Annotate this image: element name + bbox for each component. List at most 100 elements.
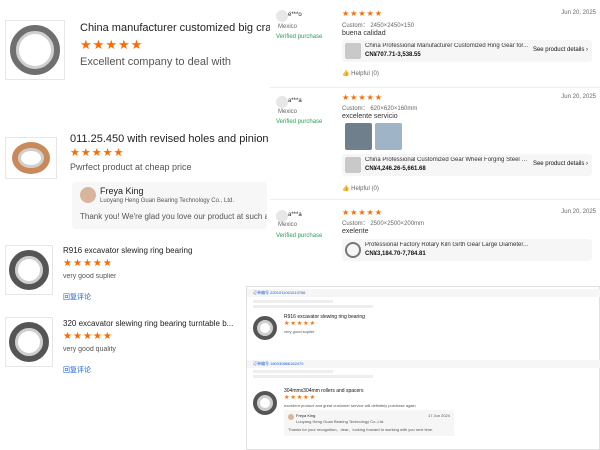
slewing-ring-image xyxy=(10,25,60,75)
order-item-title[interactable]: 304mmx304mm rollers and spacers xyxy=(284,388,363,394)
chevron-right-icon: › xyxy=(586,47,588,53)
review-stars: ★★★★★ xyxy=(342,9,383,18)
reviewer-country: Mexico xyxy=(278,24,298,30)
order-meta xyxy=(253,370,333,373)
customer-reviews-panel: é***o Mexico Verified purchase ★★★★★ Jun… xyxy=(270,0,600,270)
item-title-3[interactable]: R916 excavator slewing ring bearing xyxy=(63,246,263,255)
order-review-screenshot: 订单编号 2201011001013766 R916 excavator sle… xyxy=(246,286,600,450)
order-header-bar: 订单编号 180030866162470 xyxy=(247,360,600,368)
rating-stars-3: ★★★★★ xyxy=(63,258,113,269)
flag-icon xyxy=(276,10,288,22)
reply-review-link-3[interactable]: 回复评论 xyxy=(63,292,91,302)
flag-icon xyxy=(276,96,288,108)
slewing-ring-image xyxy=(253,391,277,415)
slewing-ring-image xyxy=(9,250,49,290)
item-title-1[interactable]: China manufacturer customized big crane … xyxy=(80,22,270,34)
order-item-comment: excellent product and great customer ser… xyxy=(284,403,416,408)
review-photo-2[interactable] xyxy=(375,123,402,150)
helpful-icon: 👍 xyxy=(342,186,350,192)
product-thumbnail-3[interactable] xyxy=(5,245,53,295)
order-meta xyxy=(253,305,373,308)
review-collage: China manufacturer customized big crane … xyxy=(0,0,600,450)
product-thumbnail-4[interactable] xyxy=(5,317,53,367)
review-text: buena calidad xyxy=(342,30,386,37)
product-image xyxy=(345,157,361,173)
reply-company: Luoyang Heng Guan Bearing Technology Co.… xyxy=(296,419,385,424)
product-card[interactable]: Professional Factory Rotary Kiln Girth G… xyxy=(342,239,592,261)
reviewer-country: Mexico xyxy=(278,109,298,115)
reply-text: Thanks for your recognition、dear、looking… xyxy=(288,427,434,432)
product-image xyxy=(345,242,361,258)
product-name: China Professional Customized Gear Wheel… xyxy=(365,157,530,163)
review-text: excelente servicio xyxy=(342,113,398,120)
verified-badge: Verified purchase xyxy=(276,119,323,125)
helpful-button[interactable]: 👍 Helpful (0) xyxy=(342,70,379,77)
item-title-2[interactable]: 011.25.450 with revised holes and pinion xyxy=(70,133,270,145)
avatar xyxy=(80,187,96,203)
reply-date: 17 Jun 2024 xyxy=(427,413,450,418)
order-item-comment: very good suplier xyxy=(284,329,315,334)
custom-spec: Custom： 620×620×160mm xyxy=(342,106,418,112)
review-card-3: a***a Mexico Verified purchase ★★★★★ Jun… xyxy=(270,200,600,270)
review-date: Jun 20, 2025 xyxy=(561,94,596,100)
reviewer-country: Mexico xyxy=(278,222,298,228)
reply-name: Freya King xyxy=(296,413,316,418)
custom-spec: Custom： 2500×2500×200mm xyxy=(342,221,425,227)
review-card-1: é***o Mexico Verified purchase ★★★★★ Jun… xyxy=(270,0,600,88)
product-price: CN¥4,246.26-5,661.68 xyxy=(365,166,426,172)
helpful-icon: 👍 xyxy=(342,71,350,77)
review-text: exelente xyxy=(342,228,369,235)
rating-stars-4: ★★★★★ xyxy=(63,331,113,342)
order-number-label: 订单编号 2201011001013766 xyxy=(253,290,306,295)
seller-reply: Freya King Luoyang Heng Guan Bearing Tec… xyxy=(72,182,267,229)
item-comment-3: very good suplier xyxy=(63,273,117,280)
review-card-2: a***a Mexico Verified purchase ★★★★★ Jun… xyxy=(270,88,600,200)
product-price: CN¥707.71-3,538.55 xyxy=(365,52,421,58)
reply-company: Luoyang Heng Guan Bearing Technology Co.… xyxy=(100,198,234,204)
order-header-bar: 订单编号 2201011001013766 xyxy=(247,289,600,297)
order-meta xyxy=(253,375,373,378)
product-image xyxy=(345,43,361,59)
review-stars: ★★★★★ xyxy=(342,93,383,102)
product-name: China Professional Manufacturer Customiz… xyxy=(365,43,529,49)
item-title-4[interactable]: 320 excavator slewing ring bearing turnt… xyxy=(63,319,238,328)
review-photo-1[interactable] xyxy=(345,123,372,150)
reply-text: Thank you! We're glad you love our produ… xyxy=(80,212,267,221)
verified-badge: Verified purchase xyxy=(276,34,323,40)
slewing-ring-image xyxy=(9,322,49,362)
reviewer-name: a***a xyxy=(288,212,302,218)
seller-reply: Freya King Luoyang Heng Guan Bearing Tec… xyxy=(284,410,454,436)
rating-stars-2: ★★★★★ xyxy=(70,147,125,159)
see-product-details-link[interactable]: See product details › xyxy=(533,161,588,167)
rating-stars-1: ★★★★★ xyxy=(80,37,144,52)
custom-spec: Custom： 2450×2450×150 xyxy=(342,23,415,29)
reviewer-name: a***a xyxy=(288,98,302,104)
avatar xyxy=(288,414,294,420)
item-comment-4: very good quality xyxy=(63,346,116,353)
order-meta xyxy=(253,300,333,303)
see-product-details-link[interactable]: See product details › xyxy=(533,47,588,53)
order-stars: ★★★★★ xyxy=(284,395,316,401)
helpful-button[interactable]: 👍 Helpful (0) xyxy=(342,185,379,192)
product-price: CN¥3,184.70-7,784.81 xyxy=(365,251,426,257)
item-comment-1: Excellent company to deal with xyxy=(80,56,232,68)
product-name: Professional Factory Rotary Kiln Girth G… xyxy=(365,242,529,248)
order-stars: ★★★★★ xyxy=(284,321,316,327)
product-thumbnail-1[interactable] xyxy=(5,20,65,80)
reply-name: Freya King xyxy=(100,186,144,196)
gear-image xyxy=(12,142,50,174)
slewing-ring-image xyxy=(253,316,277,340)
reply-review-link-4[interactable]: 回复评论 xyxy=(63,365,91,375)
product-thumbnail-2[interactable] xyxy=(5,137,57,179)
reviewer-name: é***o xyxy=(288,12,302,18)
chevron-right-icon: › xyxy=(586,161,588,167)
item-comment-2: Pwrfect product at cheap price xyxy=(70,162,192,172)
order-item-title[interactable]: R916 excavator slewing ring bearing xyxy=(284,314,365,320)
product-card[interactable]: China Professional Customized Gear Wheel… xyxy=(342,154,592,176)
review-date: Jun 20, 2025 xyxy=(561,209,596,215)
flag-icon xyxy=(276,210,288,222)
review-stars: ★★★★★ xyxy=(342,208,383,217)
review-date: Jun 20, 2025 xyxy=(561,10,596,16)
verified-badge: Verified purchase xyxy=(276,233,323,239)
product-card[interactable]: China Professional Manufacturer Customiz… xyxy=(342,40,592,62)
